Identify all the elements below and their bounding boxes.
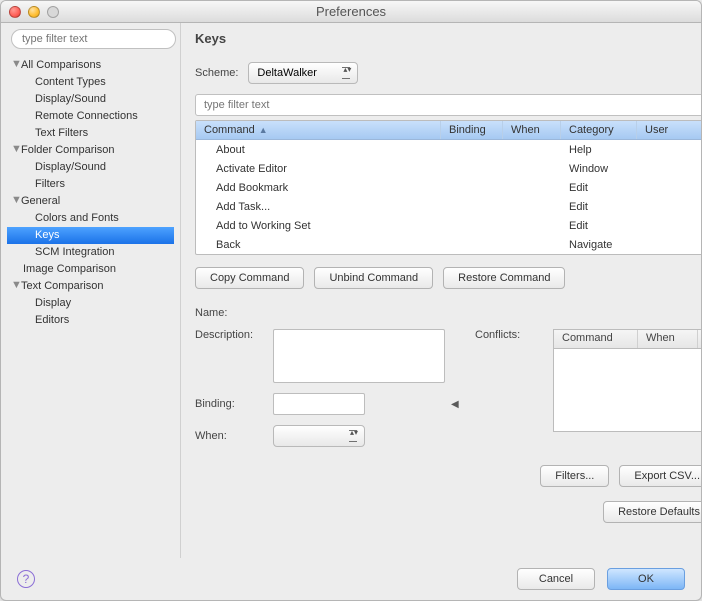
disclosure-triangle-icon[interactable]: ▼ — [11, 141, 21, 158]
tree-group[interactable]: ▼General — [7, 193, 174, 210]
tree-label: Display — [35, 297, 71, 309]
binding-label: Binding: — [195, 398, 267, 410]
conflicts-label: Conflicts: — [475, 329, 547, 341]
tree-item[interactable]: Display — [7, 295, 174, 312]
tree-label: Remote Connections — [35, 110, 138, 122]
window-title: Preferences — [1, 4, 701, 19]
tree-label: Image Comparison — [23, 263, 116, 275]
triangle-left-icon[interactable]: ◀ — [451, 399, 469, 410]
conflicts-col-command[interactable]: Command — [554, 330, 638, 348]
keys-table[interactable]: Command▲ Binding When Category User Abou… — [195, 120, 702, 255]
tree-item[interactable]: Keys — [7, 227, 174, 244]
tree-item[interactable]: SCM Integration — [7, 244, 174, 261]
tree-item[interactable]: Text Filters — [7, 125, 174, 142]
content-pane: Keys Scheme: DeltaWalker ▴▾ Command▲ Bin… — [181, 23, 702, 558]
disclosure-triangle-icon[interactable]: ▼ — [11, 192, 21, 209]
tree-label: SCM Integration — [35, 246, 114, 258]
tree-label: Display/Sound — [35, 161, 106, 173]
cancel-button[interactable]: Cancel — [517, 568, 595, 590]
dialog-footer: ? Cancel OK — [1, 558, 701, 600]
page-title: Keys — [195, 31, 702, 46]
ok-button[interactable]: OK — [607, 568, 685, 590]
table-row[interactable]: Back Navigate — [196, 235, 702, 254]
tree-item[interactable]: Display/Sound — [7, 91, 174, 108]
preferences-window: Preferences ▼All ComparisonsContent Type… — [0, 0, 702, 601]
tree-label: Text Filters — [35, 127, 88, 139]
sidebar-filter-input[interactable] — [11, 29, 176, 49]
command-filter-input[interactable] — [195, 94, 702, 116]
tree-item[interactable]: Content Types — [7, 74, 174, 91]
sort-asc-icon: ▲ — [259, 125, 268, 135]
col-category[interactable]: Category — [561, 121, 637, 139]
tree-label: Editors — [35, 314, 69, 326]
description-textarea[interactable] — [273, 329, 445, 383]
restore-command-button[interactable]: Restore Command — [443, 267, 565, 289]
col-when[interactable]: When — [503, 121, 561, 139]
conflicts-list[interactable] — [553, 348, 702, 432]
cell-command: Back — [196, 239, 441, 251]
table-row[interactable]: Add to Working Set Edit — [196, 216, 702, 235]
cell-category: Edit — [561, 182, 637, 194]
tree-label: Display/Sound — [35, 93, 106, 105]
when-select[interactable]: ▴▾ — [273, 425, 365, 447]
when-label: When: — [195, 430, 267, 442]
tree-label: Keys — [35, 229, 59, 241]
filters-button[interactable]: Filters... — [540, 465, 609, 487]
tree-item[interactable]: Editors — [7, 312, 174, 329]
cell-category: Edit — [561, 220, 637, 232]
tree-group[interactable]: Image Comparison — [7, 261, 174, 278]
table-row[interactable]: About Help — [196, 140, 702, 159]
table-header: Command▲ Binding When Category User — [196, 121, 702, 140]
table-row[interactable]: Activate Editor Window — [196, 159, 702, 178]
scheme-select[interactable]: DeltaWalker ▴▾ — [248, 62, 358, 84]
cell-command: Add to Working Set — [196, 220, 441, 232]
col-command[interactable]: Command▲ — [196, 121, 441, 139]
tree-label: General — [21, 195, 60, 207]
cell-category: Navigate — [561, 239, 637, 251]
conflicts-header: Command When — [553, 329, 702, 348]
name-label: Name: — [195, 307, 267, 319]
titlebar: Preferences — [1, 1, 701, 23]
tree-item[interactable]: Display/Sound — [7, 159, 174, 176]
scheme-value: DeltaWalker — [257, 67, 317, 79]
cell-command: About — [196, 144, 441, 156]
scheme-label: Scheme: — [195, 67, 238, 79]
tree-label: Content Types — [35, 76, 106, 88]
tree-item[interactable]: Remote Connections — [7, 108, 174, 125]
restore-defaults-button[interactable]: Restore Defaults — [603, 501, 702, 523]
table-row[interactable]: Add Task... Edit — [196, 197, 702, 216]
updown-icon: ▴▾ — [343, 66, 351, 74]
cell-command: Add Task... — [196, 201, 441, 213]
cell-category: Window — [561, 163, 637, 175]
disclosure-triangle-icon[interactable]: ▼ — [11, 277, 21, 294]
cell-command: Activate Editor — [196, 163, 441, 175]
col-binding[interactable]: Binding — [441, 121, 503, 139]
preferences-tree[interactable]: ▼All ComparisonsContent TypesDisplay/Sou… — [7, 57, 174, 552]
description-label: Description: — [195, 329, 267, 341]
updown-icon: ▴▾ — [350, 429, 358, 437]
disclosure-triangle-icon[interactable]: ▼ — [11, 57, 21, 73]
tree-label: Text Comparison — [21, 280, 104, 292]
export-csv-button[interactable]: Export CSV... — [619, 465, 702, 487]
tree-label: All Comparisons — [21, 59, 101, 71]
tree-item[interactable]: Colors and Fonts — [7, 210, 174, 227]
tree-label: Folder Comparison — [21, 144, 115, 156]
help-icon[interactable]: ? — [17, 570, 35, 588]
tree-group[interactable]: ▼All Comparisons — [7, 57, 174, 74]
cell-category: Help — [561, 144, 637, 156]
tree-item[interactable]: Filters — [7, 176, 174, 193]
tree-group[interactable]: ▼Folder Comparison — [7, 142, 174, 159]
tree-label: Colors and Fonts — [35, 212, 119, 224]
binding-input[interactable] — [273, 393, 365, 415]
copy-command-button[interactable]: Copy Command — [195, 267, 304, 289]
cell-category: Edit — [561, 201, 637, 213]
tree-label: Filters — [35, 178, 65, 190]
cell-command: Add Bookmark — [196, 182, 441, 194]
conflicts-col-when[interactable]: When — [638, 330, 698, 348]
table-row[interactable]: Add Bookmark Edit — [196, 178, 702, 197]
unbind-command-button[interactable]: Unbind Command — [314, 267, 433, 289]
col-user[interactable]: User — [637, 121, 702, 139]
sidebar: ▼All ComparisonsContent TypesDisplay/Sou… — [1, 23, 181, 558]
tree-group[interactable]: ▼Text Comparison — [7, 278, 174, 295]
